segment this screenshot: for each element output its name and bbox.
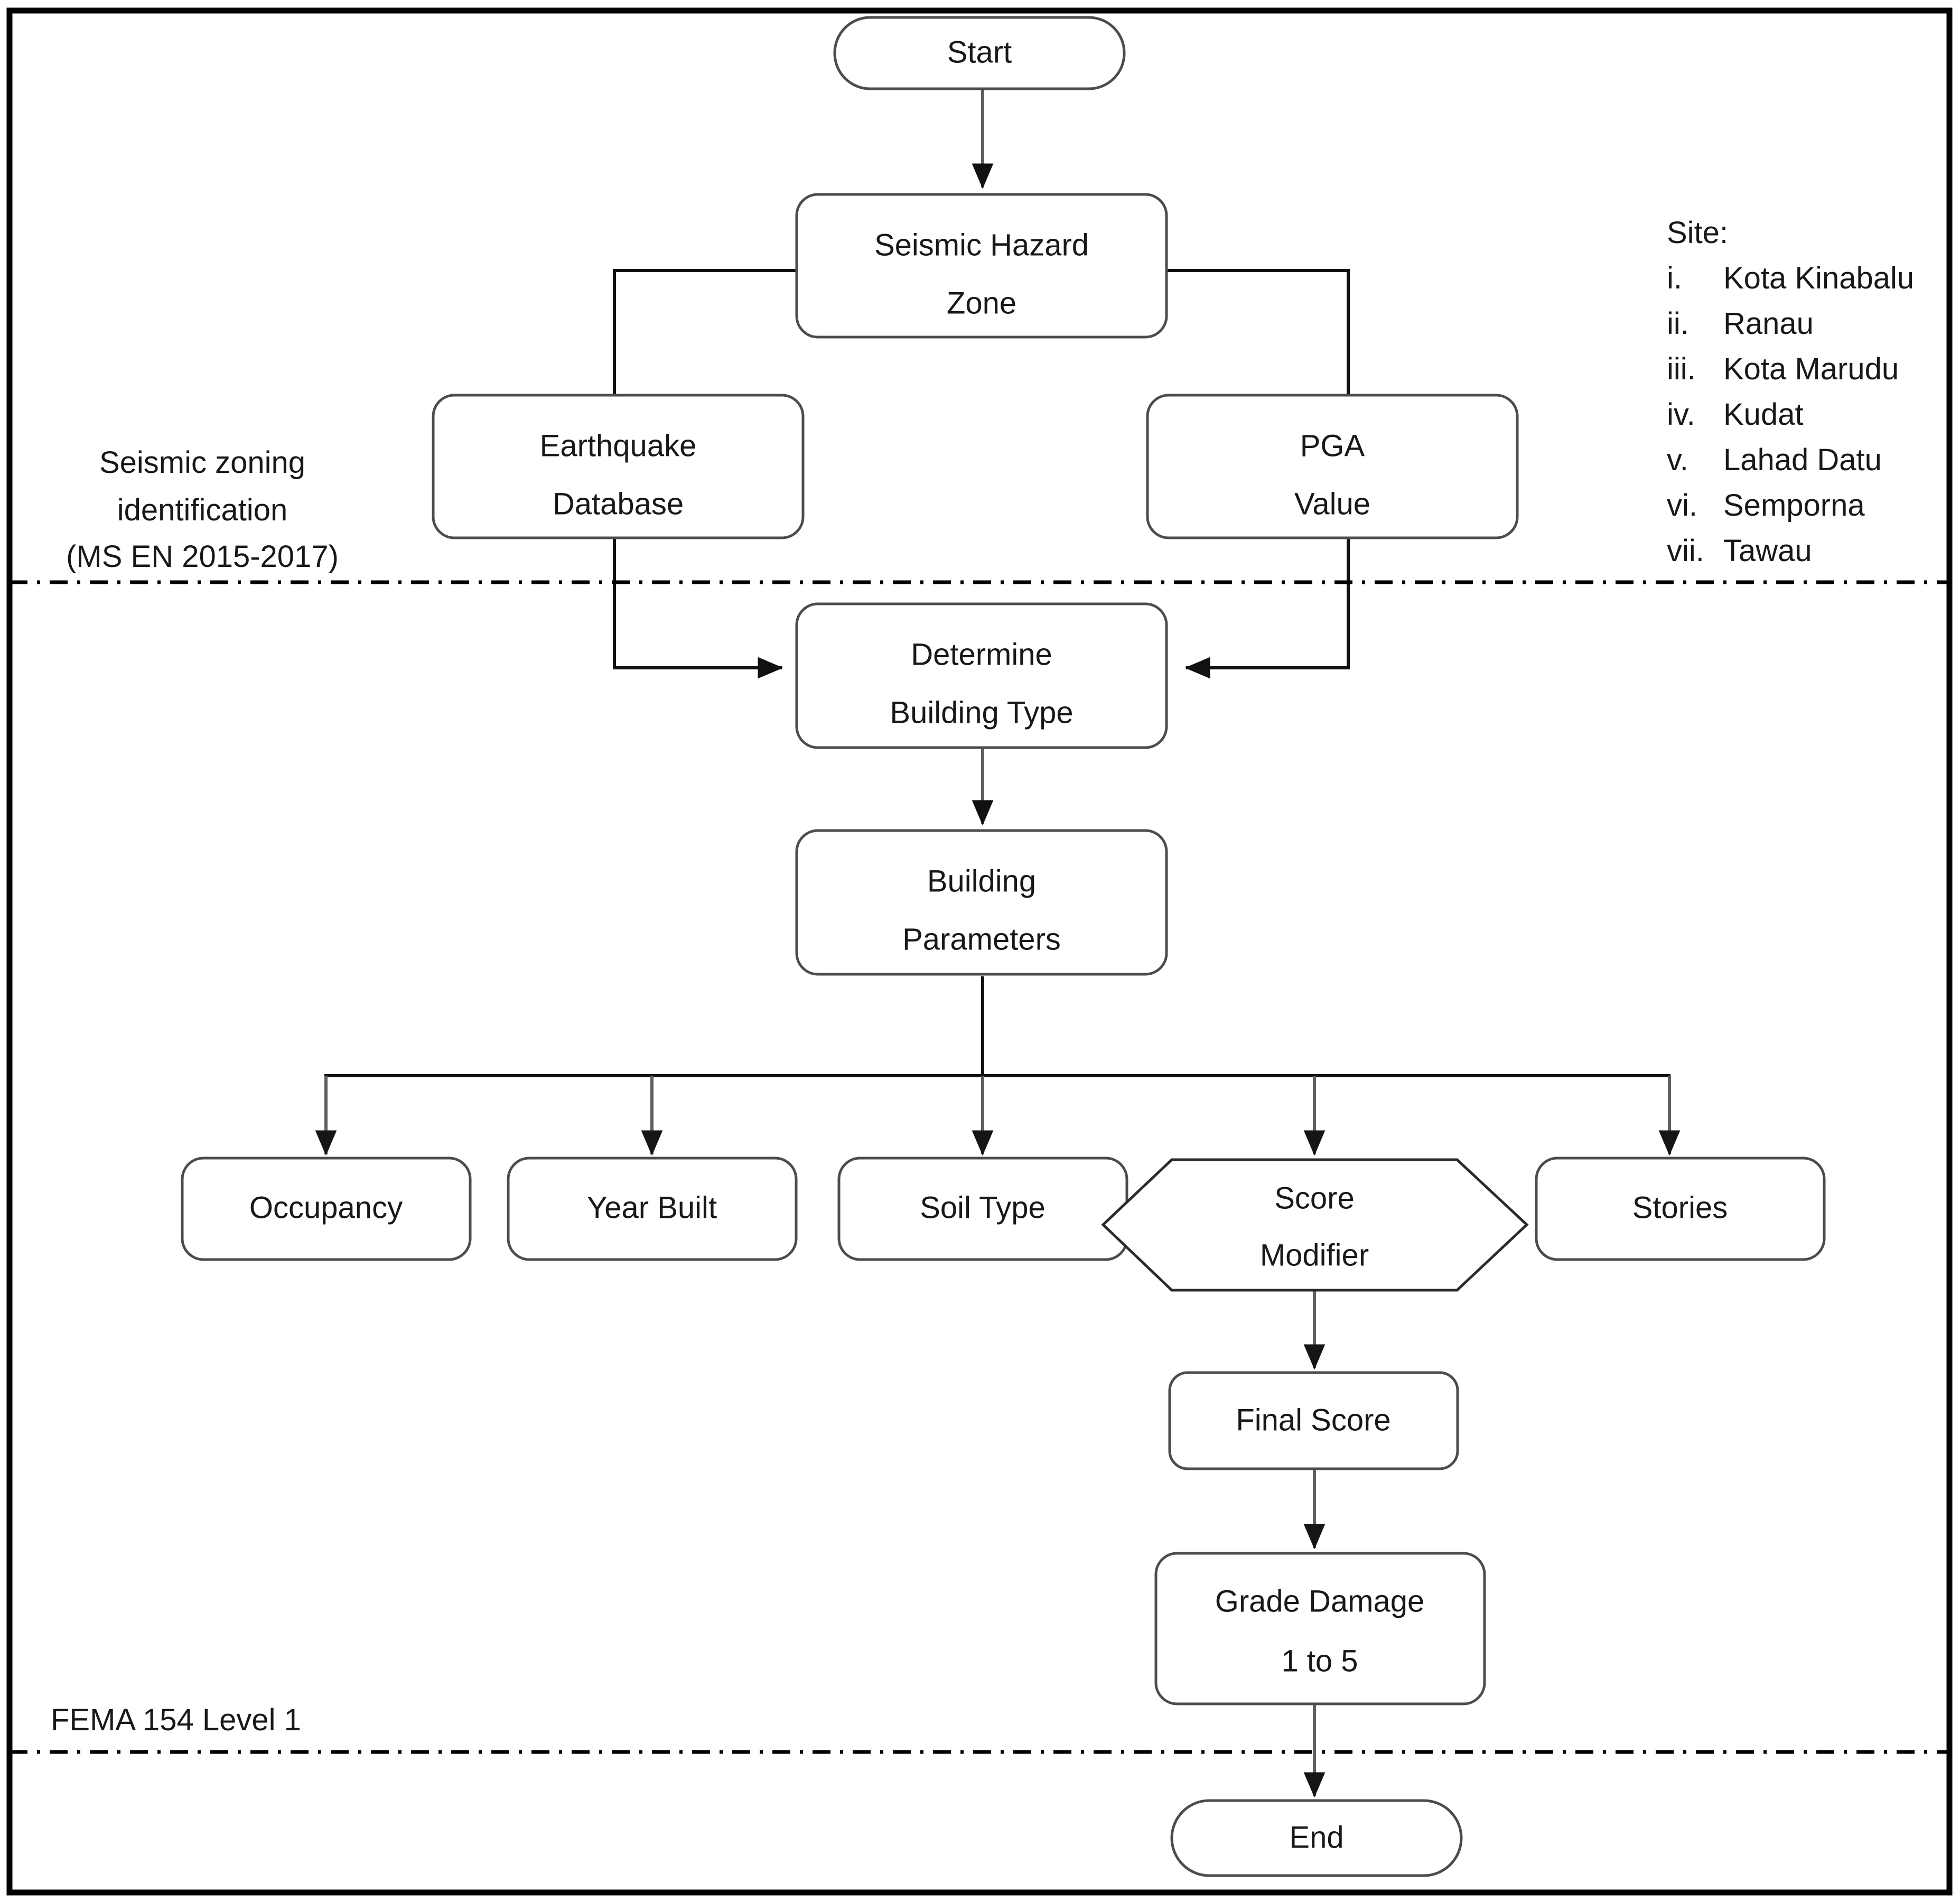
site-item-name-4: Lahad Datu: [1723, 443, 1882, 477]
node-year-built[interactable]: Year Built: [507, 1157, 798, 1261]
site-item-numeral-2: iii.: [1667, 352, 1696, 386]
site-panel: Site: i. Kota Kinabalu ii. Ranau iii. Ko…: [1667, 216, 1914, 568]
earthquake-database-label-line1: Earthquake: [540, 428, 697, 463]
site-item-name-6: Tawau: [1723, 534, 1812, 568]
occupancy-label: Occupancy: [249, 1190, 403, 1225]
site-item-name-0: Kota Kinabalu: [1723, 261, 1914, 295]
year-built-label: Year Built: [587, 1190, 717, 1225]
building-parameters-label-line2: Parameters: [902, 922, 1061, 956]
pga-value-label-line1: PGA: [1300, 428, 1365, 463]
score-modifier-label-line2: Modifier: [1260, 1238, 1369, 1272]
pga-value-label-line2: Value: [1294, 487, 1370, 521]
node-earthquake-database[interactable]: Earthquake Database: [432, 394, 805, 539]
annotation-seismic-zoning-line1: Seismic zoning: [99, 445, 305, 480]
final-score-label: Final Score: [1236, 1403, 1390, 1437]
site-item-numeral-0: i.: [1667, 261, 1682, 295]
node-soil-type[interactable]: Soil Type: [837, 1157, 1128, 1261]
determine-building-type-label-line2: Building Type: [890, 695, 1073, 730]
building-parameters-label-line1: Building: [927, 864, 1036, 898]
node-pga-value[interactable]: PGA Value: [1146, 394, 1519, 539]
node-building-parameters[interactable]: Building Parameters: [795, 829, 1168, 976]
flowchart-figure: Start Seismic Hazard Zone Earthquake Dat…: [0, 0, 1960, 1902]
annotation-seismic-zoning-line3: (MS EN 2015-2017): [66, 539, 339, 574]
node-score-modifier[interactable]: Score Modifier: [1101, 1158, 1529, 1292]
node-determine-building-type[interactable]: Determine Building Type: [795, 602, 1168, 749]
node-end[interactable]: End: [1170, 1799, 1463, 1877]
site-item-numeral-5: vi.: [1667, 488, 1697, 523]
end-label: End: [1289, 1820, 1343, 1854]
site-item-numeral-6: vii.: [1667, 534, 1704, 568]
earthquake-database-label-line2: Database: [553, 487, 684, 521]
annotation-fema-line1: FEMA 154 Level 1: [51, 1703, 301, 1737]
seismic-hazard-zone-label-line2: Zone: [947, 286, 1016, 320]
site-item-numeral-1: ii.: [1667, 306, 1689, 341]
site-item-name-2: Kota Marudu: [1723, 352, 1899, 386]
site-item-name-1: Ranau: [1723, 306, 1814, 341]
annotation-fema: FEMA 154 Level 1: [51, 1703, 301, 1737]
site-item-name-5: Semporna: [1723, 488, 1865, 523]
seismic-hazard-zone-label-line1: Seismic Hazard: [874, 228, 1089, 262]
grade-damage-label-line1: Grade Damage: [1215, 1584, 1425, 1618]
node-start[interactable]: Start: [833, 16, 1126, 90]
determine-building-type-label-line1: Determine: [911, 637, 1052, 672]
flowchart-canvas: Start Seismic Hazard Zone Earthquake Dat…: [6, 7, 1953, 1896]
site-panel-heading: Site:: [1667, 216, 1728, 250]
site-item-name-3: Kudat: [1723, 397, 1804, 432]
node-grade-damage[interactable]: Grade Damage 1 to 5: [1154, 1552, 1486, 1705]
node-final-score[interactable]: Final Score: [1168, 1371, 1459, 1470]
node-seismic-hazard-zone[interactable]: Seismic Hazard Zone: [795, 193, 1168, 339]
score-modifier-label-line1: Score: [1274, 1181, 1355, 1215]
grade-damage-shape: [1154, 1552, 1486, 1705]
stories-label: Stories: [1632, 1190, 1728, 1225]
start-label: Start: [947, 35, 1012, 69]
site-item-numeral-4: v.: [1667, 443, 1688, 477]
node-occupancy[interactable]: Occupancy: [181, 1157, 472, 1261]
soil-type-label: Soil Type: [920, 1190, 1046, 1225]
grade-damage-label-line2: 1 to 5: [1281, 1644, 1358, 1678]
node-stories[interactable]: Stories: [1535, 1157, 1826, 1261]
annotation-seismic-zoning: Seismic zoning identification (MS EN 201…: [66, 445, 339, 574]
site-item-numeral-3: iv.: [1667, 397, 1695, 432]
annotation-seismic-zoning-line2: identification: [117, 493, 287, 527]
